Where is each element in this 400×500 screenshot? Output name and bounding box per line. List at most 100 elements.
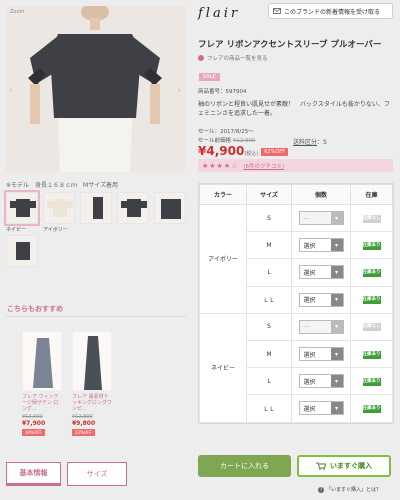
model-photo bbox=[6, 6, 185, 172]
chevron-down-icon: ▾ bbox=[330, 402, 343, 415]
quantity-select[interactable]: 選択 ▾ bbox=[298, 292, 344, 307]
thumbnail-back[interactable] bbox=[117, 192, 149, 224]
recommend-image[interactable] bbox=[22, 331, 62, 391]
chevron-down-icon: ▾ bbox=[330, 375, 343, 388]
quantity-value: --- bbox=[303, 214, 311, 222]
quantity-select[interactable]: 選択 ▾ bbox=[298, 401, 344, 416]
stock-badge: 在庫あり bbox=[362, 241, 381, 250]
thumbnail-navy[interactable] bbox=[4, 190, 40, 226]
stock-badge: 在庫なし bbox=[362, 214, 381, 223]
sale-period: セール：2017/8/25～ bbox=[198, 129, 254, 135]
off-badge: 62%OFF bbox=[261, 147, 289, 156]
stock-badge: 在庫あり bbox=[362, 268, 381, 277]
size-cell: M bbox=[246, 231, 292, 260]
zoom-label[interactable]: Zoom bbox=[10, 9, 24, 15]
recommend-name[interactable]: フレア ウィンテージ柄サテン ロング... bbox=[22, 394, 62, 412]
recommend-title: こちらもおすすめ bbox=[7, 305, 63, 313]
price: ¥4,900(税込) 62%OFF bbox=[198, 144, 289, 158]
buy-now-help-label: 「いますぐ購入」とは？ bbox=[326, 487, 382, 493]
tax-label: (税込) bbox=[244, 151, 259, 157]
header-color: カラー bbox=[199, 184, 247, 205]
chevron-down-icon: ▾ bbox=[330, 348, 343, 361]
review-bar: ★★★★☆ (6件のクチコミ) bbox=[198, 159, 393, 172]
quantity-select[interactable]: 選択 ▾ bbox=[298, 238, 344, 253]
brand-logo[interactable]: flair bbox=[198, 6, 240, 21]
recommend-price: ¥7,900 bbox=[22, 420, 46, 427]
recommend-image[interactable] bbox=[72, 331, 112, 391]
thumbnail-detail[interactable] bbox=[154, 192, 186, 224]
stock-table: カラー サイズ 個数 在庫 アイボリー S --- ▾ 在庫なし M 選択 ▾ 在庫あり L 選択 ▾… bbox=[198, 183, 394, 424]
follow-brand-button[interactable]: このブランドの新着情報を受け取る bbox=[268, 3, 393, 19]
shipping-class-link[interactable]: 送料区分 bbox=[293, 139, 317, 146]
recommend-price: ¥9,800 bbox=[72, 420, 96, 427]
model-note: ※モデル 身長１６８ｃｍ Mサイズ着用 bbox=[6, 182, 119, 189]
chevron-down-icon: ▾ bbox=[330, 212, 343, 225]
buy-now-label: いますぐ購入 bbox=[330, 462, 372, 470]
stock-badge: 在庫なし bbox=[362, 323, 381, 332]
qty-cell: 選択 ▾ bbox=[291, 285, 351, 314]
stock-row: ネイビー S --- ▾ 在庫なし bbox=[199, 312, 393, 423]
tab-basic-info[interactable]: 基本情報 bbox=[6, 462, 61, 486]
qty-cell: 選択 ▾ bbox=[291, 258, 351, 287]
size-cell: ＬＬ bbox=[246, 394, 292, 423]
chevron-down-icon: ▾ bbox=[330, 266, 343, 279]
product-number: 商品番号：597904 bbox=[198, 89, 247, 95]
brand-products-label: フレアの商品一覧を見る bbox=[207, 56, 268, 62]
color-cell: ネイビー bbox=[199, 312, 247, 423]
shipping-class: 送料区分：S bbox=[293, 137, 327, 146]
size-cell: S bbox=[246, 203, 292, 233]
stock-badge: 在庫あり bbox=[362, 296, 381, 305]
tab-size[interactable]: サイズ bbox=[67, 462, 127, 486]
brand-products-link[interactable]: フレアの商品一覧を見る bbox=[198, 54, 268, 62]
quantity-value: 選択 bbox=[303, 351, 316, 359]
sale-badge: SALE bbox=[199, 73, 220, 81]
thumbnail-sleeve[interactable] bbox=[80, 192, 112, 224]
stock-badge: 在庫あり bbox=[362, 377, 381, 386]
buy-now-button[interactable]: いますぐ購入 bbox=[297, 455, 391, 477]
mail-icon bbox=[273, 8, 281, 14]
buy-now-help-link[interactable]: ? 「いますぐ購入」とは？ bbox=[318, 486, 381, 493]
follow-brand-label: このブランドの新着情報を受け取る bbox=[284, 8, 381, 16]
stock-cell: 在庫あり bbox=[350, 394, 393, 423]
recommend-item[interactable]: フレア 異素材ドッキングロングワンピ... ¥12,800 ¥9,800 23%… bbox=[72, 331, 112, 436]
size-cell: S bbox=[246, 312, 292, 341]
price-value: ¥4,900 bbox=[198, 144, 245, 158]
recommend-item[interactable]: フレア ウィンテージ柄サテン ロング... ¥13,000 ¥7,900 39%… bbox=[22, 331, 62, 436]
product-title: フレア リボンアクセントスリーブ プルオーバー bbox=[198, 40, 382, 50]
recommend-name[interactable]: フレア 異素材ドッキングロングワンピ... bbox=[72, 394, 112, 412]
stock-row: アイボリー S --- ▾ 在庫なし bbox=[199, 203, 393, 314]
next-image-arrow[interactable]: › bbox=[177, 86, 181, 96]
info-tabs: 基本情報 サイズ bbox=[6, 462, 186, 492]
quantity-value: 選択 bbox=[303, 242, 316, 250]
thumbnail-ivory[interactable] bbox=[43, 192, 75, 224]
quantity-select[interactable]: 選択 ▾ bbox=[298, 265, 344, 280]
quantity-select[interactable]: 選択 ▾ bbox=[298, 347, 344, 362]
qty-cell: --- ▾ bbox=[291, 203, 351, 233]
thumbnail-extra[interactable] bbox=[6, 235, 38, 267]
recommend-off-badge: 23%OFF bbox=[72, 429, 95, 436]
chevron-down-icon: ▾ bbox=[330, 239, 343, 252]
size-cell: L bbox=[246, 367, 292, 396]
stock-cell: 在庫なし bbox=[350, 312, 393, 341]
header-size: サイズ bbox=[246, 184, 292, 205]
stock-badge: 在庫あり bbox=[362, 350, 381, 359]
header-qty: 個数 bbox=[291, 184, 351, 205]
stock-cell: 在庫あり bbox=[350, 339, 393, 369]
stock-cell: 在庫なし bbox=[350, 203, 393, 233]
review-count-link[interactable]: (6件のクチコミ) bbox=[243, 162, 284, 170]
qty-cell: 選択 ▾ bbox=[291, 231, 351, 260]
size-cell: ＬＬ bbox=[246, 285, 292, 314]
stock-badge: 在庫あり bbox=[362, 404, 381, 413]
add-to-cart-button[interactable]: カートに入れる bbox=[198, 455, 291, 477]
size-cell: L bbox=[246, 258, 292, 287]
thumbnail-label-ivory: アイボリー bbox=[43, 227, 68, 233]
prev-image-arrow[interactable]: ‹ bbox=[9, 86, 13, 96]
help-icon: ? bbox=[318, 486, 324, 493]
quantity-select: --- ▾ bbox=[298, 211, 344, 226]
thumbnail-label-navy: ネイビー bbox=[6, 227, 27, 233]
qty-cell: --- ▾ bbox=[291, 312, 351, 341]
product-main-image[interactable]: Zoom ‹ › bbox=[6, 6, 185, 172]
quantity-select[interactable]: 選択 ▾ bbox=[298, 374, 344, 389]
qty-cell: 選択 ▾ bbox=[291, 339, 351, 369]
quantity-value: 選択 bbox=[303, 405, 316, 413]
